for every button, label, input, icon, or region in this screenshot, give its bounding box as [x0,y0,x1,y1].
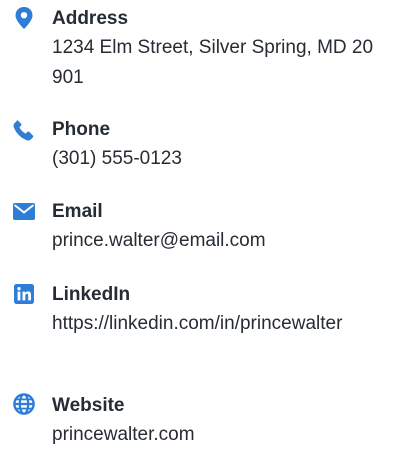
linkedin-value[interactable]: https://linkedin.com/in/princewalter [52,309,382,339]
envelope-icon [12,199,36,223]
phone-value: (301) 555-0123 [52,148,182,169]
globe-icon [12,392,36,416]
address-label: Address [52,8,129,29]
website-value[interactable]: princewalter.com [52,420,382,450]
linkedin-label: LinkedIn [52,284,131,305]
email-label: Email [52,201,103,222]
phone-icon [12,118,36,142]
address-value: 1234 Elm Street, Silver Spring, MD 20901 [52,37,374,88]
website-label: Website [52,395,125,416]
linkedin-icon [12,282,36,306]
phone-label: Phone [52,119,111,140]
map-pin-icon [12,6,36,30]
email-value: prince.walter@email.com [52,230,266,251]
